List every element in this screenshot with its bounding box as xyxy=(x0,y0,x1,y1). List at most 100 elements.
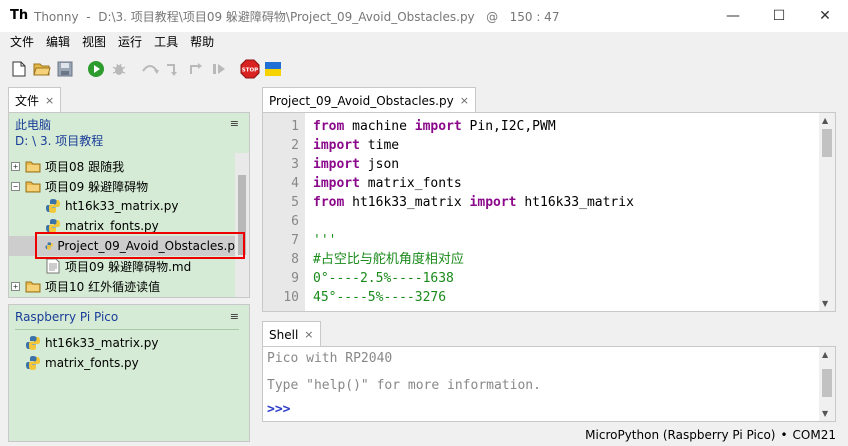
close-icon[interactable]: × xyxy=(304,328,313,341)
code-line[interactable]: ''' xyxy=(313,231,634,250)
menu-edit[interactable]: 编辑 xyxy=(40,32,76,52)
app-name: Thonny xyxy=(34,9,79,24)
code-area[interactable]: from machine import Pin,I2C,PWM import ti… xyxy=(313,117,634,307)
divider xyxy=(15,329,239,330)
window-title: Thonny - D:\3. 项目教程\项目09 躲避障碍物\Project_0… xyxy=(34,9,560,24)
tab-shell[interactable]: Shell × xyxy=(262,321,321,347)
code-token: Pin,I2C,PWM xyxy=(461,119,556,134)
code-line[interactable] xyxy=(313,212,634,231)
tab-files-label: 文件 xyxy=(15,94,40,108)
new-file-icon[interactable] xyxy=(9,59,29,79)
port-status[interactable]: COM21 xyxy=(793,428,836,442)
step-into-icon[interactable] xyxy=(163,59,183,79)
code-line[interactable]: #占空比与舵机角度相对应 xyxy=(313,250,634,269)
tree-item[interactable]: + 项目10 红外循迹读值 xyxy=(11,276,160,296)
line-number: 4 xyxy=(291,176,299,191)
code-line[interactable]: from machine import Pin,I2C,PWM xyxy=(313,117,634,136)
menu-bar: 文件 编辑 视图 运行 工具 帮助 xyxy=(0,32,848,52)
code-line[interactable]: 45°----5%----3276 xyxy=(313,288,634,307)
menu-run[interactable]: 运行 xyxy=(112,32,148,52)
close-button[interactable]: ✕ xyxy=(802,0,848,32)
at-sign: @ xyxy=(486,9,499,24)
scrollbar-thumb[interactable] xyxy=(822,129,832,157)
resume-icon[interactable] xyxy=(209,59,229,79)
this-pc-label[interactable]: 此电脑 xyxy=(15,117,103,133)
tree-item[interactable]: − 项目09 躲避障碍物 xyxy=(11,176,148,196)
pico-file-item[interactable]: matrix_fonts.py xyxy=(25,353,139,373)
tree-item-label: 项目09 躲避障碍物 xyxy=(45,179,149,194)
tree-item-label: 项目09 躲避障碍物.md xyxy=(65,259,192,274)
editor-scrollbar[interactable]: ▲ ▼ xyxy=(819,113,835,311)
line-number: 2 xyxy=(291,138,299,153)
status-bar: MicroPython (Raspberry Pi Pico) • COM21 xyxy=(0,424,848,446)
code-line[interactable]: import json xyxy=(313,155,634,174)
code-editor[interactable]: 1 2 3 4 5 6 7 8 9 10 from machine import Pin,I2C,… xyxy=(262,112,836,312)
debug-icon[interactable] xyxy=(109,59,129,79)
shell-tab-label: Shell xyxy=(269,327,299,342)
text-file-icon xyxy=(46,258,60,274)
code-line[interactable]: 0°----2.5%----1638 xyxy=(313,269,634,288)
tab-editor-file[interactable]: Project_09_Avoid_Obstacles.py × xyxy=(262,87,476,113)
line-number-gutter: 1 2 3 4 5 6 7 8 9 10 xyxy=(263,113,305,311)
line-number: 3 xyxy=(291,157,299,172)
pico-file-label: ht16k33_matrix.py xyxy=(45,336,159,350)
code-line[interactable]: from ht16k33_matrix import ht16k33_matri… xyxy=(313,193,634,212)
scroll-up-icon[interactable]: ▲ xyxy=(822,350,828,359)
pico-file-item[interactable]: ht16k33_matrix.py xyxy=(25,333,158,353)
expand-icon[interactable]: + xyxy=(11,281,20,291)
menu-file[interactable]: 文件 xyxy=(4,32,40,52)
tree-item-label: 项目08 跟随我 xyxy=(45,159,125,174)
code-string: 45°----5%----3276 xyxy=(313,290,447,305)
scroll-up-icon[interactable]: ▲ xyxy=(822,116,828,125)
shell-scrollbar[interactable]: ▲ ▼ xyxy=(819,347,835,421)
code-line[interactable]: import time xyxy=(313,136,634,155)
pico-header: Raspberry Pi Pico xyxy=(15,310,119,324)
minimize-button[interactable]: — xyxy=(710,0,756,32)
tab-files[interactable]: 文件 × xyxy=(8,87,62,113)
expand-icon[interactable]: + xyxy=(11,161,20,171)
run-icon[interactable] xyxy=(86,59,106,79)
code-keyword: import xyxy=(313,176,360,191)
menu-help[interactable]: 帮助 xyxy=(184,32,220,52)
files-menu-icon[interactable]: ≡ xyxy=(230,117,239,130)
collapse-icon[interactable]: − xyxy=(11,181,20,191)
pico-menu-icon[interactable]: ≡ xyxy=(230,310,239,323)
this-pc-header: 此电脑 D: \ 3. 项目教程 xyxy=(15,117,103,149)
pico-files-panel: Raspberry Pi Pico ≡ ht16k33_matrix.py ma… xyxy=(8,304,250,442)
shell-panel[interactable]: Pico with RP2040 Type "help()" for more … xyxy=(262,346,836,422)
code-token: matrix_fonts xyxy=(359,176,462,191)
interpreter-status[interactable]: MicroPython (Raspberry Pi Pico) xyxy=(585,428,775,442)
files-panel: 此电脑 D: \ 3. 项目教程 ≡ + 项目08 跟随我 − 项目09 躲避障… xyxy=(8,112,250,298)
ukraine-flag-icon[interactable] xyxy=(263,59,283,79)
maximize-button[interactable]: ☐ xyxy=(756,0,802,32)
code-token: machine xyxy=(344,119,415,134)
step-over-icon[interactable] xyxy=(140,59,160,79)
shell-prompt[interactable]: >>> xyxy=(267,402,290,417)
step-out-icon[interactable] xyxy=(186,59,206,79)
code-keyword: import xyxy=(313,138,360,153)
shell-output-line: Pico with RP2040 xyxy=(267,351,393,366)
close-icon[interactable]: × xyxy=(45,94,54,107)
scroll-down-icon[interactable]: ▼ xyxy=(822,409,828,418)
files-scrollbar[interactable] xyxy=(235,153,249,297)
tree-item[interactable]: 项目09 躲避障碍物.md xyxy=(45,256,191,276)
save-icon[interactable] xyxy=(55,59,75,79)
tree-item[interactable]: ht16k33_matrix.py xyxy=(45,196,178,216)
open-file-icon[interactable] xyxy=(32,59,52,79)
code-line[interactable]: import matrix_fonts xyxy=(313,174,634,193)
scroll-down-icon[interactable]: ▼ xyxy=(822,299,828,308)
line-number: 10 xyxy=(283,290,299,305)
file-path: D:\3. 项目教程\项目09 躲避障碍物\Project_09_Avoid_O… xyxy=(98,9,475,24)
menu-tools[interactable]: 工具 xyxy=(148,32,184,52)
python-file-icon xyxy=(26,356,40,370)
stop-icon[interactable]: STOP xyxy=(240,59,260,79)
folder-icon xyxy=(25,161,41,173)
tree-item-label: 项目10 红外循迹读值 xyxy=(45,279,161,294)
menu-view[interactable]: 视图 xyxy=(76,32,112,52)
pico-file-label: matrix_fonts.py xyxy=(45,356,139,370)
scrollbar-thumb[interactable] xyxy=(822,369,832,397)
tree-item[interactable]: + 项目08 跟随我 xyxy=(11,156,124,176)
code-token: ht16k33_matrix xyxy=(344,195,470,210)
close-icon[interactable]: × xyxy=(460,94,469,107)
line-number: 5 xyxy=(291,195,299,210)
